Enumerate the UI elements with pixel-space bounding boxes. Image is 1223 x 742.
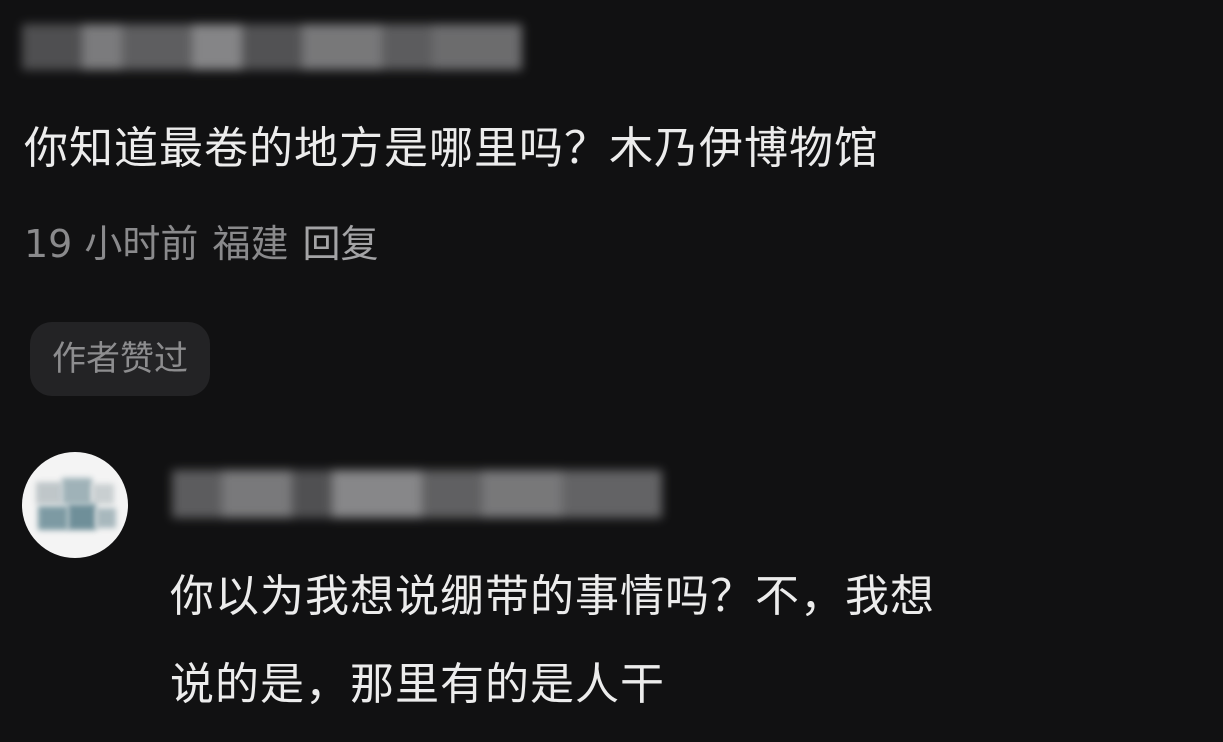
comment-location: 福建: [212, 222, 289, 266]
reply-text-line-1: 你以为我想说绷带的事情吗？不，我想: [170, 571, 935, 622]
comment-username-blurred[interactable]: [22, 24, 522, 70]
reply-text-line-2: 说的是，那里有的是人干: [170, 659, 665, 710]
reply-button[interactable]: 回复: [302, 216, 378, 272]
comment-time: 19 小时前: [24, 222, 199, 266]
reply-username-blurred[interactable]: [172, 470, 662, 518]
comment-meta: 19 小时前 福建 回复: [24, 216, 378, 272]
avatar[interactable]: [22, 452, 128, 558]
comment-text: 你知道最卷的地方是哪里吗？木乃伊博物馆: [24, 123, 879, 174]
author-liked-badge: 作者赞过: [30, 322, 210, 396]
